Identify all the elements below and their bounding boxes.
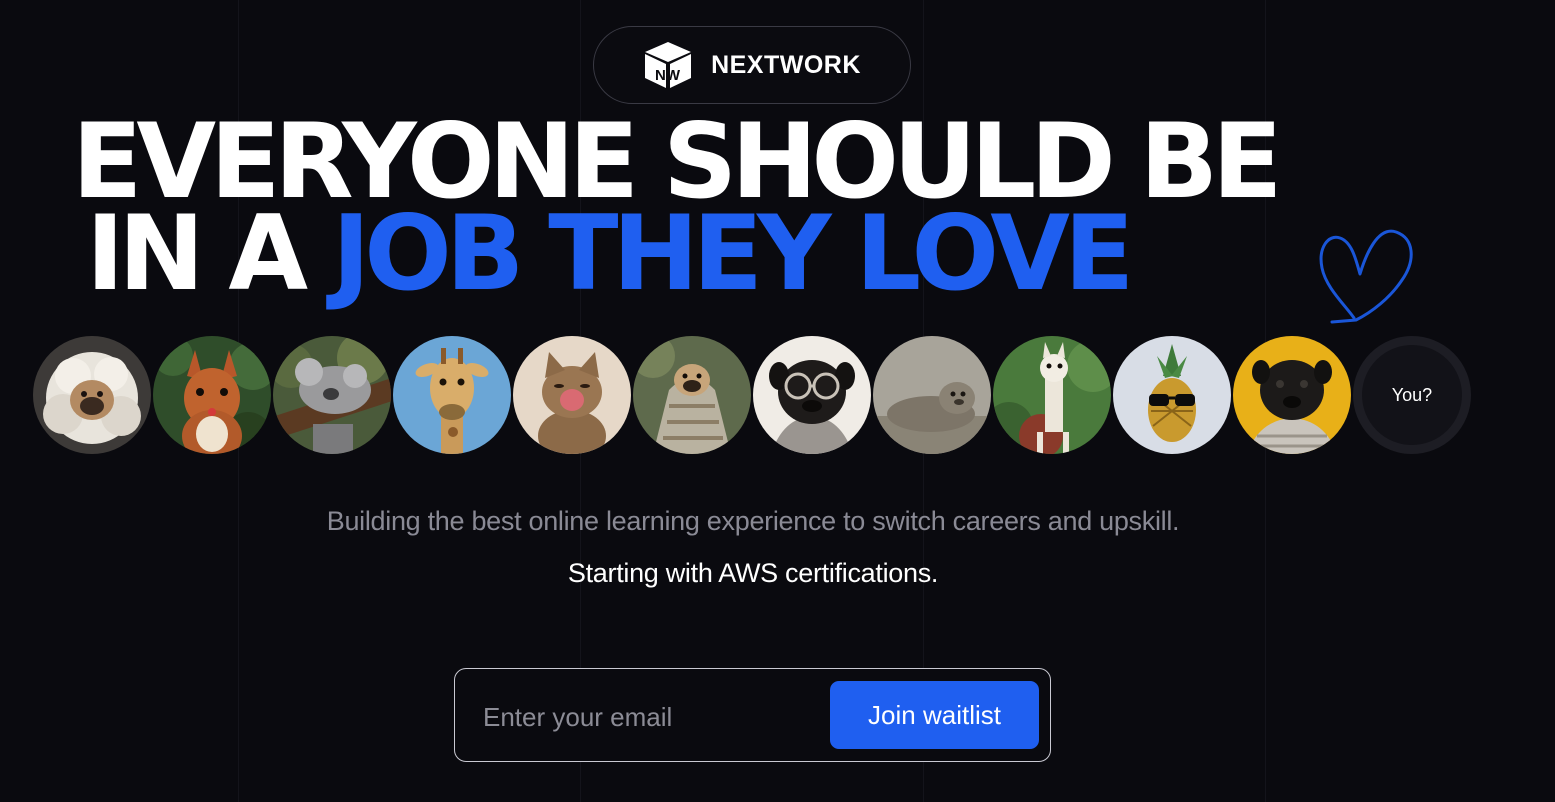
tagline-primary: Building the best online learning experi… xyxy=(326,506,1180,536)
community-avatars-row: You? xyxy=(33,336,1471,456)
nextwork-cube-logo-icon: NW xyxy=(645,42,692,88)
waitlist-form: Join waitlist xyxy=(454,668,1051,762)
avatar-pineapple-with-sunglasses xyxy=(1113,336,1231,454)
avatar-pug-in-blanket xyxy=(633,336,751,454)
avatar-you-label: You? xyxy=(1391,384,1433,405)
email-input[interactable] xyxy=(481,691,825,743)
avatar-pug-with-glasses xyxy=(753,336,871,454)
join-waitlist-button[interactable]: Join waitlist xyxy=(830,681,1039,749)
landing-page: NW NEXTWORK EVERYONE SHOULD BE IN A JOB … xyxy=(0,0,1555,802)
avatar-pug-in-sweater xyxy=(1233,336,1351,454)
avatar-llama xyxy=(993,336,1111,454)
avatar-pug-in-fur-hood xyxy=(33,336,151,454)
avatar-seal xyxy=(873,336,991,454)
headline-accent: JOB THEY LOVE xyxy=(331,194,1134,314)
avatar-sleeping-koala xyxy=(273,336,391,454)
headline-line-2: IN A JOB THEY LOVE xyxy=(72,203,1276,306)
brand-name: NEXTWORK xyxy=(711,50,861,79)
hero-headline: EVERYONE SHOULD BE IN A JOB THEY LOVE xyxy=(72,111,1282,306)
tagline-secondary: Starting with AWS certifications. xyxy=(567,558,939,588)
avatar-you-placeholder: You? xyxy=(1353,336,1471,454)
headline-line-2-prefix: IN A xyxy=(86,194,308,314)
brand-logo-pill[interactable]: NW NEXTWORK xyxy=(593,26,911,104)
avatar-giraffe xyxy=(393,336,511,454)
heart-doodle-icon xyxy=(1319,229,1413,324)
avatar-yawning-kitten xyxy=(513,336,631,454)
logo-letters: NW xyxy=(655,67,681,84)
avatar-red-squirrel xyxy=(153,336,271,454)
